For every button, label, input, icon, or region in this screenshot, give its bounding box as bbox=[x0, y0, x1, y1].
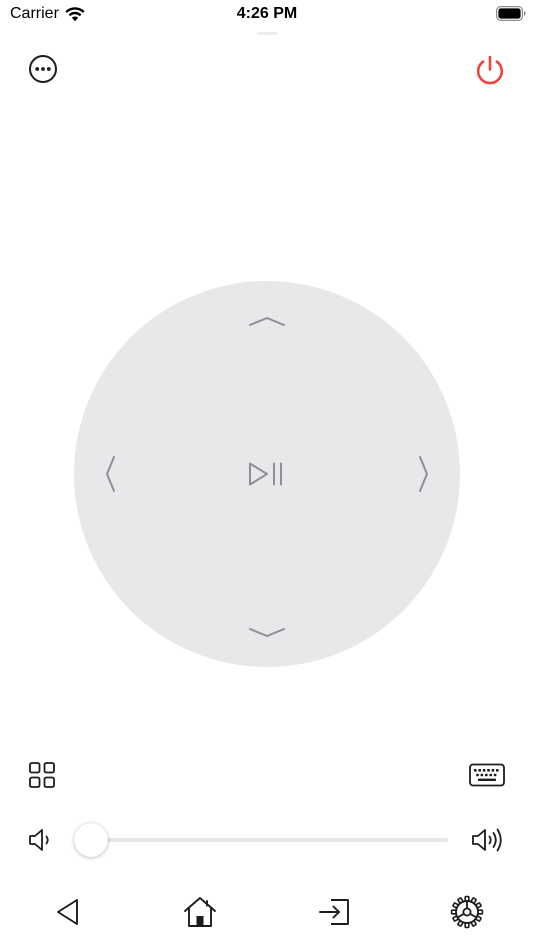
ellipsis-circle-icon bbox=[29, 55, 57, 83]
volume-down-button[interactable] bbox=[24, 823, 58, 857]
volume-slider-track bbox=[91, 838, 448, 842]
play-pause-icon bbox=[249, 462, 282, 486]
volume-up-button[interactable] bbox=[468, 823, 508, 857]
dpad-right-button[interactable] bbox=[402, 444, 446, 504]
status-bar: Carrier 4:26 PM bbox=[0, 0, 534, 30]
speaker-low-icon bbox=[29, 829, 49, 851]
power-icon bbox=[476, 55, 504, 85]
grid-icon bbox=[29, 762, 55, 788]
more-button[interactable] bbox=[22, 48, 64, 90]
back-button[interactable] bbox=[48, 892, 88, 932]
dpad-left-button[interactable] bbox=[88, 444, 132, 504]
volume-slider-thumb[interactable] bbox=[74, 823, 108, 857]
input-source-button[interactable] bbox=[315, 892, 355, 932]
chevron-left-icon bbox=[106, 456, 115, 492]
settings-button[interactable] bbox=[447, 892, 487, 932]
chevron-up-icon bbox=[249, 317, 285, 326]
play-pause-button[interactable] bbox=[237, 444, 297, 504]
gear-icon bbox=[450, 895, 484, 929]
sheet-grabber bbox=[257, 32, 277, 35]
chevron-right-icon bbox=[419, 456, 428, 492]
house-icon bbox=[184, 897, 216, 927]
input-source-icon bbox=[319, 899, 349, 925]
home-button[interactable] bbox=[180, 892, 220, 932]
dpad-up-button[interactable] bbox=[237, 299, 297, 343]
dpad bbox=[74, 281, 460, 667]
status-time: 4:26 PM bbox=[236, 5, 298, 22]
chevron-down-icon bbox=[249, 628, 285, 637]
keyboard-button[interactable] bbox=[466, 757, 508, 793]
apps-button[interactable] bbox=[22, 755, 62, 795]
power-button[interactable] bbox=[468, 48, 512, 92]
dpad-down-button[interactable] bbox=[237, 611, 297, 655]
volume-slider[interactable] bbox=[74, 822, 450, 858]
keyboard-icon bbox=[469, 763, 505, 787]
speaker-high-icon bbox=[472, 828, 502, 852]
triangle-back-icon bbox=[57, 899, 78, 925]
battery-icon bbox=[496, 6, 526, 26]
